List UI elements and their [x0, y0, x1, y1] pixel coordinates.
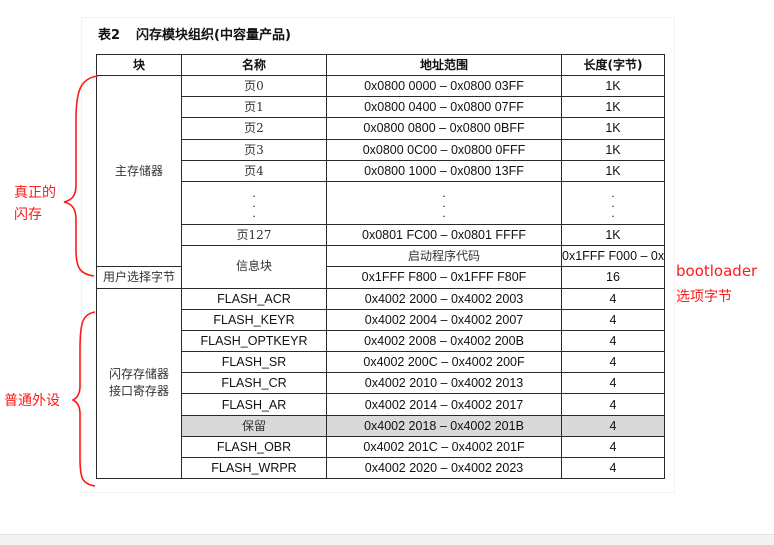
row-name: 页127 — [181, 223, 327, 247]
table-row: FLASH_OBR 0x4002 201C – 0x4002 201F 4 — [97, 435, 665, 459]
row-size: 4 — [561, 435, 665, 459]
table-row: 主存储器 页0 0x0800 0000 – 0x0800 03FF 1K — [96, 74, 665, 268]
row-name: FLASH_WRPR — [181, 456, 327, 480]
table-row: FLASH_AR 0x4002 2014 – 0x4002 2017 4 — [97, 393, 665, 416]
row-size: 16 — [561, 266, 665, 289]
row-range: 0x4002 2020 – 0x4002 2023 — [326, 456, 562, 480]
row-size: 4 — [561, 287, 665, 310]
row-name: FLASH_AR — [181, 393, 327, 416]
row-size: 1K — [561, 223, 665, 247]
row-range: 0x0800 0C00 – 0x0800 0FFF — [326, 138, 562, 161]
row-size: 1K — [561, 159, 665, 182]
row-size: 4 — [561, 329, 665, 353]
row-range: 0x4002 2018 – 0x4002 201B — [326, 414, 562, 437]
header-range: 地址范围 — [326, 54, 562, 76]
row-range: 0x4002 2008 – 0x4002 200B — [326, 329, 562, 353]
bottom-bar — [0, 534, 774, 545]
row-size: 4 — [561, 414, 665, 437]
row-size: 4 — [561, 456, 665, 480]
row-range: 0x1FFF F000 – 0x1FFF F7FF — [561, 245, 665, 268]
reserved-row: 保留 0x4002 2018 – 0x4002 201B 4 — [97, 414, 665, 437]
ellipsis-name: ... — [181, 180, 327, 225]
row-name: 页4 — [181, 159, 327, 182]
red-brace-annotations — [63, 75, 99, 487]
row-size: 1K — [561, 117, 665, 140]
header-name: 名称 — [181, 54, 327, 76]
table-row: FLASH_CR 0x4002 2010 – 0x4002 2013 4 — [97, 372, 665, 395]
caption-title: 闪存模块组织(中容量产品) — [136, 28, 291, 43]
row-name: FLASH_SR — [181, 351, 327, 374]
row-name: FLASH_CR — [181, 372, 327, 395]
table-row: 页1 0x0800 0400 – 0x0800 07FF 1K — [97, 96, 665, 119]
row-size: 4 — [561, 393, 665, 416]
brace-main-memory — [63, 75, 99, 277]
flash-organization-table: 块 名称 地址范围 长度(字节) 主存储器 页0 0x0800 0000 – 0… — [96, 54, 665, 480]
row-range: 0x0800 0000 – 0x0800 03FF — [326, 74, 562, 98]
header-row: 块 名称 地址范围 长度(字节) — [96, 54, 665, 76]
row-range: 0x4002 2000 – 0x4002 2003 — [326, 287, 562, 310]
ellipsis-size: ... — [561, 180, 665, 225]
row-name: 保留 — [181, 414, 327, 437]
row-range: 0x4002 2010 – 0x4002 2013 — [326, 372, 562, 395]
row-name: FLASH_ACR — [181, 287, 327, 310]
block-info: 信息块 — [181, 245, 327, 289]
row-range: 0x0801 FC00 – 0x0801 FFFF — [326, 223, 562, 247]
table-row: FLASH_OPTKEYR 0x4002 2008 – 0x4002 200B … — [97, 329, 665, 353]
row-range: 0x4002 2014 – 0x4002 2017 — [326, 393, 562, 416]
table-row: 信息块 启动程序代码 0x1FFF F000 – 0x1FFF F7FF 2K — [97, 245, 665, 289]
row-size: 1K — [561, 96, 665, 119]
annotation-real-flash-line2: 闪存 — [14, 207, 42, 223]
row-range: 0x4002 201C – 0x4002 201F — [326, 435, 562, 459]
table-row: FLASH_WRPR 0x4002 2020 – 0x4002 2023 4 — [97, 456, 665, 480]
row-name: 页0 — [181, 74, 327, 98]
row-range: 0x0800 0400 – 0x0800 07FF — [326, 96, 562, 119]
row-range: 0x4002 200C – 0x4002 200F — [326, 351, 562, 374]
table-row: 页4 0x0800 1000 – 0x0800 13FF 1K — [97, 159, 665, 182]
row-range: 0x4002 2004 – 0x4002 2007 — [326, 308, 562, 331]
table-row: FLASH_KEYR 0x4002 2004 – 0x4002 2007 4 — [97, 308, 665, 331]
table-caption: 表2 闪存模块组织(中容量产品) — [98, 24, 291, 43]
row-size: 1K — [561, 74, 665, 98]
brace-peripherals — [71, 311, 96, 487]
row-name: FLASH_OBR — [181, 435, 327, 459]
row-size: 4 — [561, 351, 665, 374]
table-row: 页2 0x0800 0800 – 0x0800 0BFF 1K — [97, 117, 665, 140]
row-name: 页2 — [181, 117, 327, 140]
header-size: 长度(字节) — [561, 54, 665, 76]
ellipsis-range: ... — [326, 180, 562, 225]
annotation-bootloader: bootloader — [676, 262, 758, 280]
row-name: FLASH_OPTKEYR — [181, 329, 327, 353]
row-range: 0x0800 1000 – 0x0800 13FF — [326, 159, 562, 182]
row-size: 4 — [561, 372, 665, 395]
row-size: 1K — [561, 138, 665, 161]
row-name: FLASH_KEYR — [181, 308, 327, 331]
annotation-option-bytes: 选项字节 — [676, 289, 732, 305]
annotation-real-flash-line1: 真正的 — [14, 185, 56, 201]
row-range: 0x0800 0800 – 0x0800 0BFF — [326, 117, 562, 140]
annotation-peripheral: 普通外设 — [4, 393, 60, 409]
row-name: 启动程序代码 — [326, 245, 562, 268]
table-row: 闪存存储器 接口寄存器 FLASH_ACR 0x4002 2000 – 0x400… — [96, 287, 665, 480]
ellipsis-row: ... ... ... — [97, 180, 665, 225]
row-range: 0x1FFF F800 – 0x1FFF F80F — [326, 266, 562, 289]
row-size: 4 — [561, 308, 665, 331]
row-name: 页1 — [181, 96, 327, 119]
table-row: 页3 0x0800 0C00 – 0x0800 0FFF 1K — [97, 138, 665, 161]
table-row: FLASH_SR 0x4002 200C – 0x4002 200F 4 — [97, 351, 665, 374]
table-row: 页127 0x0801 FC00 – 0x0801 FFFF 1K — [97, 223, 665, 247]
row-name: 页3 — [181, 138, 327, 161]
